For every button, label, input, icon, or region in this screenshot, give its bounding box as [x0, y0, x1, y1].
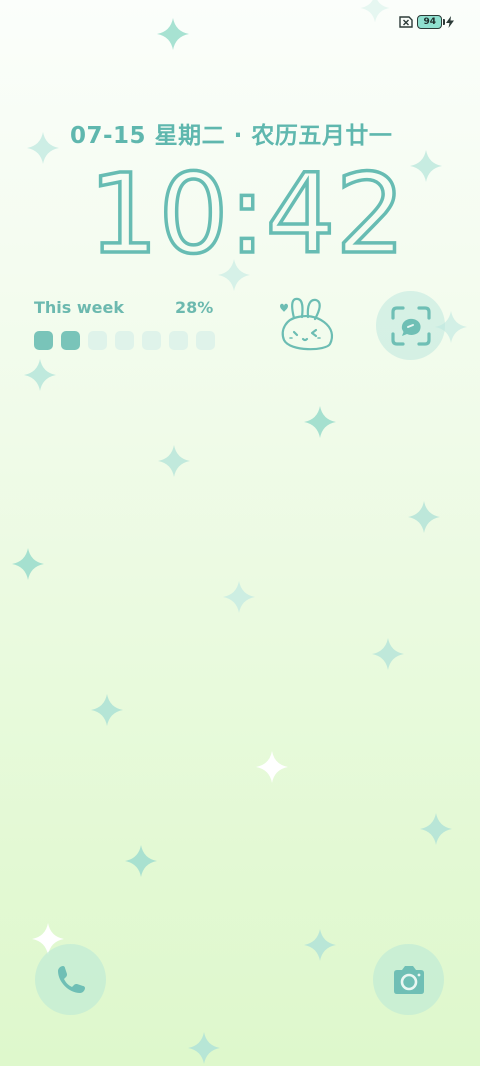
scan-icon	[390, 305, 431, 346]
week-widget-label: This week	[34, 298, 125, 317]
phone-icon	[57, 965, 85, 993]
week-widget-percent: 28%	[175, 298, 214, 317]
week-day-indicator	[34, 331, 53, 350]
scan-button[interactable]	[376, 291, 445, 360]
week-progress-days	[34, 331, 215, 350]
week-day-indicator	[142, 331, 161, 350]
no-sim-icon	[399, 16, 414, 28]
battery-indicator: 94	[417, 15, 445, 29]
clock-time: 10:42	[92, 160, 402, 270]
week-day-indicator	[115, 331, 134, 350]
phone-shortcut-button[interactable]	[35, 944, 106, 1015]
charging-bolt-icon	[446, 16, 454, 28]
date-label: 07-15 星期二 · 农历五月廿一	[70, 123, 393, 149]
battery-level: 94	[423, 17, 436, 27]
camera-shortcut-button[interactable]	[373, 944, 444, 1015]
week-day-indicator	[61, 331, 80, 350]
status-bar: 94	[397, 15, 454, 29]
week-day-indicator	[88, 331, 107, 350]
bunny-sticker-icon	[280, 297, 334, 351]
camera-icon	[393, 965, 424, 994]
week-day-indicator	[196, 331, 215, 350]
clock: 10:42	[92, 160, 402, 270]
week-day-indicator	[169, 331, 188, 350]
